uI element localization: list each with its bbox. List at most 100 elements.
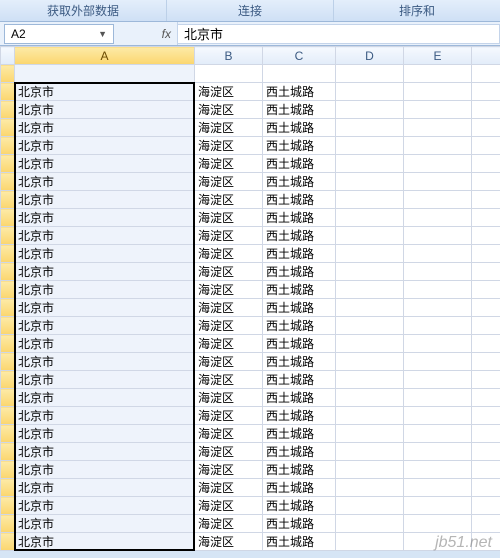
row-header[interactable]	[1, 119, 15, 137]
row-header[interactable]	[1, 281, 15, 299]
cell-E[interactable]	[404, 533, 472, 551]
cell-A[interactable]: 北京市	[15, 335, 195, 353]
cell-E[interactable]	[404, 263, 472, 281]
cell-A[interactable]: 北京市	[15, 389, 195, 407]
column-header-D[interactable]: D	[336, 47, 404, 65]
column-header-E[interactable]: E	[404, 47, 472, 65]
row-header[interactable]	[1, 173, 15, 191]
cell-C[interactable]: 西土城路	[263, 461, 336, 479]
cell-D[interactable]	[336, 137, 404, 155]
cell-E[interactable]	[404, 371, 472, 389]
cell-C[interactable]: 西土城路	[263, 407, 336, 425]
cell-C[interactable]: 西土城路	[263, 137, 336, 155]
cell[interactable]	[472, 83, 500, 101]
cell-E[interactable]	[404, 317, 472, 335]
cell-A[interactable]: 北京市	[15, 155, 195, 173]
cell[interactable]	[472, 533, 500, 551]
row-header[interactable]	[1, 137, 15, 155]
chevron-down-icon[interactable]: ▼	[98, 29, 107, 39]
cell-E[interactable]	[404, 209, 472, 227]
cell-B[interactable]: 海淀区	[195, 137, 263, 155]
cell-B[interactable]: 海淀区	[195, 155, 263, 173]
cell-A[interactable]: 北京市	[15, 137, 195, 155]
row-header[interactable]	[1, 317, 15, 335]
cell[interactable]	[472, 245, 500, 263]
cell[interactable]	[472, 407, 500, 425]
cell-D[interactable]	[336, 209, 404, 227]
cell-C[interactable]: 西土城路	[263, 335, 336, 353]
cell-C[interactable]: 西土城路	[263, 245, 336, 263]
cell-E[interactable]	[404, 407, 472, 425]
cell[interactable]	[472, 191, 500, 209]
cell-C[interactable]: 西土城路	[263, 263, 336, 281]
cell-B[interactable]: 海淀区	[195, 299, 263, 317]
cell-E[interactable]	[404, 173, 472, 191]
cell-D[interactable]	[336, 227, 404, 245]
cell-E[interactable]	[404, 335, 472, 353]
cell-D[interactable]	[336, 443, 404, 461]
cell-A[interactable]: 北京市	[15, 83, 195, 101]
row-header[interactable]	[1, 101, 15, 119]
cell-C[interactable]: 西土城路	[263, 515, 336, 533]
row-header[interactable]	[1, 227, 15, 245]
cell-E[interactable]	[404, 281, 472, 299]
cell-B[interactable]: 海淀区	[195, 371, 263, 389]
cell[interactable]	[472, 371, 500, 389]
row-header[interactable]	[1, 299, 15, 317]
cell[interactable]	[472, 389, 500, 407]
cell-B[interactable]: 海淀区	[195, 407, 263, 425]
cell-A[interactable]: 北京市	[15, 245, 195, 263]
cell-C[interactable]: 西土城路	[263, 101, 336, 119]
cell-E[interactable]	[404, 227, 472, 245]
cell-E[interactable]	[404, 155, 472, 173]
cell-D[interactable]	[336, 263, 404, 281]
cell-D[interactable]	[336, 335, 404, 353]
cell[interactable]	[472, 155, 500, 173]
cell-E[interactable]	[404, 515, 472, 533]
cell-B[interactable]: 海淀区	[195, 389, 263, 407]
cell-C[interactable]: 西土城路	[263, 479, 336, 497]
cell-A[interactable]: 北京市	[15, 317, 195, 335]
cell-D[interactable]	[336, 299, 404, 317]
cell[interactable]	[472, 335, 500, 353]
cell-D[interactable]	[336, 497, 404, 515]
cell-D[interactable]	[336, 155, 404, 173]
cell-A[interactable]: 北京市	[15, 515, 195, 533]
cell-B[interactable]: 海淀区	[195, 443, 263, 461]
cell-B[interactable]: 海淀区	[195, 119, 263, 137]
cell-B[interactable]: 海淀区	[195, 209, 263, 227]
cell-D[interactable]	[336, 83, 404, 101]
cell-D[interactable]	[336, 461, 404, 479]
cell-B[interactable]: 海淀区	[195, 173, 263, 191]
row-header[interactable]	[1, 389, 15, 407]
cell-C[interactable]: 西土城路	[263, 173, 336, 191]
row-header[interactable]	[1, 407, 15, 425]
cell[interactable]	[472, 227, 500, 245]
cell[interactable]	[472, 101, 500, 119]
cell[interactable]	[472, 515, 500, 533]
cell-A[interactable]: 北京市	[15, 533, 195, 551]
cell-E[interactable]	[404, 137, 472, 155]
row-header[interactable]	[1, 83, 15, 101]
cell-B[interactable]: 海淀区	[195, 425, 263, 443]
cell-E[interactable]	[404, 461, 472, 479]
cell-A[interactable]: 北京市	[15, 227, 195, 245]
cell-D[interactable]	[336, 173, 404, 191]
cell-B[interactable]: 海淀区	[195, 479, 263, 497]
cell-C[interactable]: 西土城路	[263, 227, 336, 245]
cell-A[interactable]: 北京市	[15, 209, 195, 227]
cell-E[interactable]	[404, 353, 472, 371]
cell-A[interactable]: 北京市	[15, 173, 195, 191]
cell-E[interactable]	[404, 299, 472, 317]
row-header[interactable]	[1, 533, 15, 551]
cell-D[interactable]	[336, 281, 404, 299]
cell-D[interactable]	[336, 515, 404, 533]
cell-B[interactable]: 海淀区	[195, 245, 263, 263]
cell-E[interactable]	[404, 191, 472, 209]
cell-A[interactable]: 北京市	[15, 281, 195, 299]
cell-B[interactable]: 海淀区	[195, 461, 263, 479]
cell-E[interactable]	[404, 245, 472, 263]
cell-D[interactable]	[336, 353, 404, 371]
cell-A[interactable]: 北京市	[15, 101, 195, 119]
cell[interactable]	[472, 263, 500, 281]
